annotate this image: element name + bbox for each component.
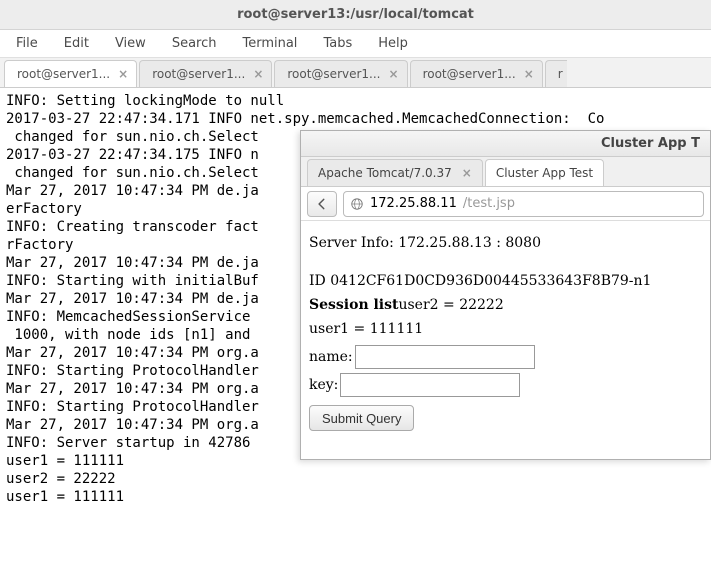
terminal-tabs: root@server1... × root@server1... × root… bbox=[0, 58, 711, 88]
menu-help[interactable]: Help bbox=[368, 32, 418, 55]
globe-icon bbox=[350, 197, 364, 211]
browser-titlebar: Cluster App T bbox=[301, 131, 710, 157]
browser-title: Cluster App T bbox=[601, 136, 700, 151]
name-label: name: bbox=[309, 345, 353, 369]
browser-tab-label: Cluster App Test bbox=[496, 166, 593, 180]
menu-tabs[interactable]: Tabs bbox=[313, 32, 362, 55]
menu-view[interactable]: View bbox=[105, 32, 156, 55]
server-info-value: 172.25.88.13 : 8080 bbox=[398, 235, 541, 251]
id-label: ID bbox=[309, 273, 330, 289]
menu-edit[interactable]: Edit bbox=[54, 32, 99, 55]
arrow-left-icon bbox=[315, 197, 329, 211]
window-title: root@server13:/usr/local/tomcat bbox=[237, 7, 474, 22]
browser-window: Cluster App T Apache Tomcat/7.0.37 × Clu… bbox=[300, 130, 711, 460]
close-icon[interactable]: × bbox=[389, 67, 399, 81]
key-row: key: bbox=[309, 373, 702, 397]
menu-file[interactable]: File bbox=[6, 32, 48, 55]
browser-tabs: Apache Tomcat/7.0.37 × Cluster App Test bbox=[301, 157, 710, 187]
terminal-tab-label: root@server1... bbox=[152, 67, 245, 81]
terminal-tab-label: root@server1... bbox=[17, 67, 110, 81]
session-list-label: Session list bbox=[309, 297, 398, 313]
server-info-line: Server Info: 172.25.88.13 : 8080 bbox=[309, 231, 702, 255]
terminal-tab-label: r bbox=[558, 67, 563, 81]
menu-search[interactable]: Search bbox=[162, 32, 227, 55]
session-list-value: user2 = 22222 bbox=[398, 297, 503, 313]
terminal-tab-4[interactable]: r bbox=[545, 60, 567, 87]
browser-tab-label: Apache Tomcat/7.0.37 bbox=[318, 166, 452, 180]
server-info-label: Server Info: bbox=[309, 235, 398, 251]
terminal-tab-1[interactable]: root@server1... × bbox=[139, 60, 272, 87]
close-icon[interactable]: × bbox=[253, 67, 263, 81]
menubar: File Edit View Search Terminal Tabs Help bbox=[0, 30, 711, 58]
url-input[interactable]: 172.25.88.11/test.jsp bbox=[343, 191, 704, 217]
id-value: 0412CF61D0CD936D00445533643F8B79-n1 bbox=[330, 273, 651, 289]
address-bar: 172.25.88.11/test.jsp bbox=[301, 187, 710, 221]
name-row: name: bbox=[309, 345, 702, 369]
close-icon[interactable]: × bbox=[524, 67, 534, 81]
back-button[interactable] bbox=[307, 191, 337, 217]
browser-tab-1[interactable]: Cluster App Test bbox=[485, 159, 604, 186]
close-icon[interactable]: × bbox=[118, 67, 128, 81]
url-path: /test.jsp bbox=[463, 196, 515, 211]
page-content: Server Info: 172.25.88.13 : 8080 ID 0412… bbox=[301, 221, 710, 441]
session-list-line: Session listuser2 = 22222 bbox=[309, 293, 702, 317]
terminal-tab-label: root@server1... bbox=[287, 67, 380, 81]
window-titlebar: root@server13:/usr/local/tomcat bbox=[0, 0, 711, 30]
terminal-tab-2[interactable]: root@server1... × bbox=[274, 60, 407, 87]
key-label: key: bbox=[309, 373, 338, 397]
terminal-tab-label: root@server1... bbox=[423, 67, 516, 81]
submit-button[interactable]: Submit Query bbox=[309, 405, 414, 431]
menu-terminal[interactable]: Terminal bbox=[232, 32, 307, 55]
terminal-tab-0[interactable]: root@server1... × bbox=[4, 60, 137, 87]
browser-tab-0[interactable]: Apache Tomcat/7.0.37 × bbox=[307, 159, 483, 186]
key-input[interactable] bbox=[340, 373, 520, 397]
close-icon[interactable]: × bbox=[462, 166, 472, 180]
terminal-tab-3[interactable]: root@server1... × bbox=[410, 60, 543, 87]
session-id-line: ID 0412CF61D0CD936D00445533643F8B79-n1 bbox=[309, 269, 702, 293]
url-host: 172.25.88.11 bbox=[370, 196, 457, 211]
name-input[interactable] bbox=[355, 345, 535, 369]
session-user1-line: user1 = 111111 bbox=[309, 317, 702, 341]
